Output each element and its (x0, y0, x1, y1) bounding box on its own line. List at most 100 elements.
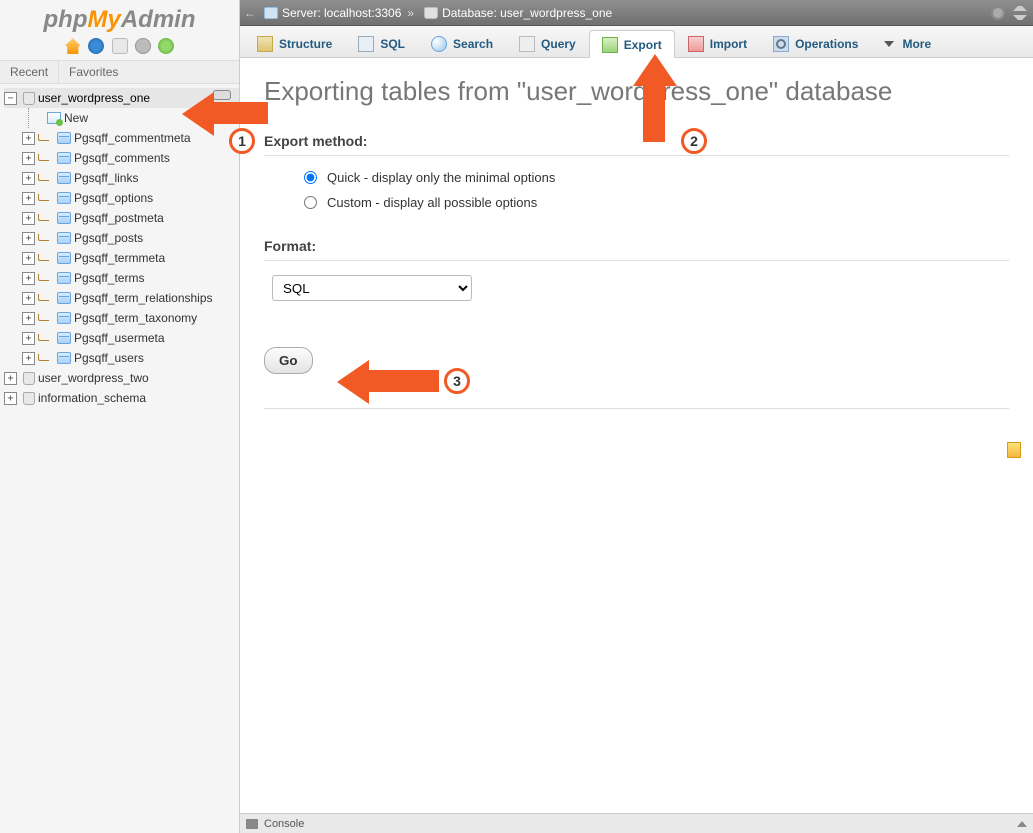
expand-icon[interactable]: + (4, 392, 17, 405)
tree-table-row[interactable]: +Pgsqff_postmeta (4, 208, 239, 228)
main-pane: ← Server: localhost:3306 » Database: use… (240, 0, 1033, 833)
tree-table-label: Pgsqff_comments (74, 151, 170, 165)
collapse-panel-icon[interactable] (1013, 6, 1027, 20)
expand-icon[interactable]: + (22, 352, 35, 365)
branch-icon (38, 253, 52, 263)
format-label: Format: (264, 238, 1009, 254)
collapse-icon[interactable]: − (4, 92, 17, 105)
radio-custom[interactable] (304, 196, 317, 209)
database-icon (23, 372, 35, 385)
console-icon (246, 819, 258, 829)
expand-icon[interactable]: + (22, 172, 35, 185)
table-icon (57, 352, 71, 364)
docs-icon[interactable] (112, 38, 128, 54)
tree-db-row[interactable]: +information_schema (4, 388, 239, 408)
tab-operations-label: Operations (795, 37, 858, 51)
table-icon (57, 312, 71, 324)
annotation-step-1: 1 (229, 128, 255, 154)
table-icon (57, 272, 71, 284)
tree-table-row[interactable]: +Pgsqff_term_taxonomy (4, 308, 239, 328)
tab-operations[interactable]: Operations (760, 29, 871, 57)
logo-part-php: php (44, 6, 88, 33)
tab-structure[interactable]: Structure (244, 29, 345, 57)
expand-icon[interactable]: + (22, 192, 35, 205)
tree-table-row[interactable]: +Pgsqff_users (4, 348, 239, 368)
expand-icon[interactable]: + (22, 272, 35, 285)
tree-table-label: Pgsqff_links (74, 171, 138, 185)
tab-search[interactable]: Search (418, 29, 506, 57)
tab-import[interactable]: Import (675, 29, 760, 57)
branch-icon (38, 273, 52, 283)
radio-custom-label: Custom - display all possible options (327, 195, 537, 210)
expand-icon[interactable]: + (22, 292, 35, 305)
expand-icon[interactable]: + (22, 252, 35, 265)
breadcrumb-separator: » (407, 6, 414, 20)
branch-icon (38, 153, 52, 163)
tab-sql[interactable]: SQL (345, 29, 418, 57)
branch-icon (38, 173, 52, 183)
radio-quick-label: Quick - display only the minimal options (327, 170, 555, 185)
table-icon (57, 192, 71, 204)
reload-icon[interactable] (158, 38, 174, 54)
table-icon (57, 332, 71, 344)
settings-icon[interactable] (135, 38, 151, 54)
table-icon (57, 152, 71, 164)
database-icon (23, 392, 35, 405)
database-icon (23, 92, 35, 105)
recent-tab[interactable]: Recent (0, 61, 58, 83)
branch-icon (38, 133, 52, 143)
tree-table-row[interactable]: +Pgsqff_termmeta (4, 248, 239, 268)
tree-table-label: Pgsqff_term_relationships (74, 291, 213, 305)
sidebar-iconbar (0, 36, 239, 60)
phpmyadmin-logo[interactable]: phpMyAdmin (0, 0, 239, 36)
tab-more[interactable]: More (871, 29, 944, 57)
tab-query-label: Query (541, 37, 576, 51)
tree-table-row[interactable]: +Pgsqff_usermeta (4, 328, 239, 348)
expand-icon[interactable]: + (22, 332, 35, 345)
branch-icon (38, 293, 52, 303)
tree-table-row[interactable]: + Pgsqff_comments (4, 148, 239, 168)
export-method-quick[interactable]: Quick - display only the minimal options (304, 170, 1009, 185)
tab-query[interactable]: Query (506, 29, 589, 57)
branch-icon (38, 193, 52, 203)
export-method-custom[interactable]: Custom - display all possible options (304, 195, 1009, 210)
tree-table-row[interactable]: +Pgsqff_terms (4, 268, 239, 288)
link-icon[interactable] (213, 90, 231, 100)
server-icon (264, 7, 278, 19)
tree-table-row[interactable]: + Pgsqff_links (4, 168, 239, 188)
favorites-tab[interactable]: Favorites (58, 61, 128, 83)
expand-icon[interactable]: + (22, 132, 35, 145)
tab-sql-label: SQL (380, 37, 405, 51)
home-icon[interactable] (65, 38, 81, 54)
branch-icon (38, 333, 52, 343)
tree-new-label: New (64, 111, 88, 125)
console-expand-icon[interactable] (1017, 821, 1027, 827)
breadcrumb-back-icon[interactable]: ← (240, 6, 260, 20)
expand-icon[interactable]: + (22, 312, 35, 325)
annotation-step-3: 3 (444, 368, 470, 394)
go-button[interactable]: Go (264, 347, 313, 374)
breadcrumb-server[interactable]: Server: localhost:3306 (282, 6, 401, 20)
expand-icon[interactable]: + (4, 372, 17, 385)
logout-icon[interactable] (88, 38, 104, 54)
divider (264, 155, 1009, 156)
bookmark-icon[interactable] (1007, 442, 1021, 458)
expand-icon[interactable]: + (22, 152, 35, 165)
format-select[interactable]: SQL (272, 275, 472, 301)
tree-db-row[interactable]: +user_wordpress_two (4, 368, 239, 388)
page-settings-icon[interactable] (991, 6, 1005, 20)
radio-quick[interactable] (304, 171, 317, 184)
divider (264, 408, 1009, 409)
divider (264, 260, 1009, 261)
tree-table-row[interactable]: + Pgsqff_term_relationships (4, 288, 239, 308)
tree-table-row[interactable]: + Pgsqff_options (4, 188, 239, 208)
expand-icon[interactable]: + (22, 212, 35, 225)
tree-table-row[interactable]: +Pgsqff_posts (4, 228, 239, 248)
table-icon (57, 232, 71, 244)
tab-search-label: Search (453, 37, 493, 51)
expand-icon[interactable]: + (22, 232, 35, 245)
breadcrumb-database[interactable]: Database: user_wordpress_one (442, 6, 612, 20)
console-bar[interactable]: Console (240, 813, 1033, 833)
breadcrumb-bar: ← Server: localhost:3306 » Database: use… (240, 0, 1033, 26)
tree-table-label: Pgsqff_options (74, 191, 153, 205)
